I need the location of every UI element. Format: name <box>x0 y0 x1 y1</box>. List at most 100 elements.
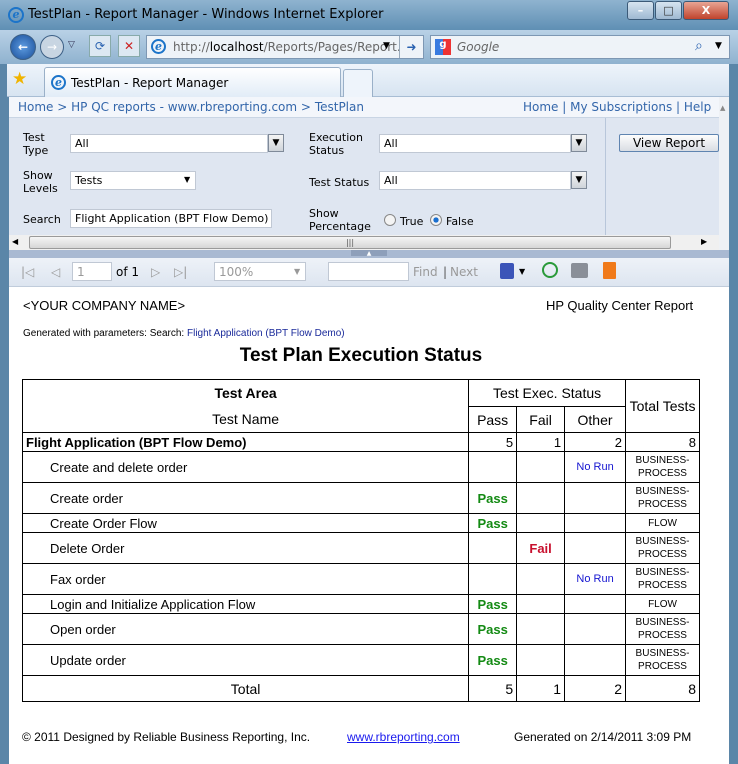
horizontal-scrollbar[interactable]: ◀ ||| ▶ <box>9 235 719 250</box>
report-body: <YOUR COMPANY NAME> HP Quality Center Re… <box>9 287 729 764</box>
my-subscriptions-link[interactable]: My Subscriptions <box>570 100 672 114</box>
export-icon[interactable] <box>500 263 514 279</box>
collapse-splitter[interactable]: ▲ <box>9 250 729 258</box>
tab-title: TestPlan - Report Manager <box>71 76 229 90</box>
status-table: Test Area Test Exec. Status Total Tests … <box>21 379 700 702</box>
scroll-up-icon[interactable]: ▲ <box>719 97 729 119</box>
true-label: True <box>400 215 424 228</box>
page-number-input[interactable]: 1 <box>72 262 112 281</box>
vertical-scrollbar[interactable]: ▲ <box>719 97 729 257</box>
home-link[interactable]: Home <box>523 100 558 114</box>
search-box[interactable]: g Google ⌕ ▼ <box>430 35 730 59</box>
header-exec-status: Test Exec. Status <box>468 379 627 407</box>
zoom-select[interactable]: 100% <box>214 262 306 281</box>
back-button[interactable]: ← <box>10 34 36 60</box>
maximize-button[interactable]: □ <box>655 1 682 20</box>
total-pass: 5 <box>468 675 518 702</box>
table-row: Create order Pass BUSINESS-PROCESS <box>21 482 700 514</box>
group-fail: 1 <box>516 432 566 452</box>
other-cell <box>564 594 627 614</box>
first-page-icon[interactable]: |◁ <box>21 265 34 279</box>
last-page-icon[interactable]: ▷| <box>174 265 187 279</box>
breadcrumb-testplan[interactable]: TestPlan <box>315 100 364 114</box>
true-radio[interactable] <box>384 214 396 226</box>
show-percentage-label: Show Percentage <box>309 207 371 233</box>
find-input[interactable] <box>328 262 409 281</box>
divider <box>605 118 606 235</box>
forward-button[interactable]: → <box>40 35 64 59</box>
test-name: Fax order <box>21 563 470 595</box>
fail-cell <box>516 563 566 595</box>
execution-status-select[interactable]: All <box>379 134 571 153</box>
print-icon[interactable] <box>571 263 588 278</box>
test-status-label: Test Status <box>309 176 370 189</box>
test-status-select[interactable]: All <box>379 171 571 190</box>
test-name: Create Order Flow <box>21 513 470 533</box>
false-radio[interactable] <box>430 214 442 226</box>
other-cell <box>564 532 627 564</box>
show-levels-select[interactable]: Tests <box>70 171 196 190</box>
go-button[interactable]: ➜ <box>399 36 423 58</box>
previous-page-icon[interactable]: ◁ <box>51 265 60 279</box>
test-name: Update order <box>21 644 470 676</box>
next-link[interactable]: Next <box>450 265 478 279</box>
history-dropdown-icon[interactable]: ▽ <box>68 40 75 50</box>
view-report-button[interactable]: View Report <box>619 134 719 152</box>
next-page-icon[interactable]: ▷ <box>151 265 160 279</box>
search-icon[interactable]: ⌕ <box>695 38 703 54</box>
address-dropdown-icon[interactable]: ▼ <box>383 41 390 51</box>
header-test-name: Test Name <box>21 406 470 433</box>
chevron-down-icon[interactable]: ▼ <box>519 267 525 276</box>
group-name: Flight Application (BPT Flow Demo) <box>21 432 470 452</box>
report-title: Test Plan Execution Status <box>239 345 483 366</box>
table-row: Fax order No Run BUSINESS-PROCESS <box>21 563 700 595</box>
table-row: Update order Pass BUSINESS-PROCESS <box>21 644 700 676</box>
favorites-star-icon[interactable]: ★ <box>12 69 27 89</box>
tab-active[interactable]: e TestPlan - Report Manager <box>44 67 341 97</box>
test-name: Delete Order <box>21 532 470 564</box>
find-link[interactable]: Find <box>413 265 438 279</box>
test-type-select[interactable]: All <box>70 134 268 153</box>
group-other: 2 <box>564 432 627 452</box>
fail-cell <box>516 451 566 483</box>
scroll-left-icon[interactable]: ◀ <box>12 237 18 246</box>
new-tab-button[interactable] <box>343 69 373 97</box>
data-feed-icon[interactable] <box>603 262 616 279</box>
chevron-down-icon[interactable]: ▼ <box>184 175 190 184</box>
help-link[interactable]: Help <box>684 100 711 114</box>
chevron-down-icon[interactable]: ▼ <box>294 267 300 276</box>
fail-cell <box>516 594 566 614</box>
test-name: Create order <box>21 482 470 514</box>
other-cell <box>564 482 627 514</box>
report-brand: HP Quality Center Report <box>546 298 694 313</box>
chevron-down-icon[interactable]: ▼ <box>268 134 284 152</box>
group-total: 8 <box>625 432 700 452</box>
chevron-down-icon[interactable]: ▼ <box>571 171 587 189</box>
other-cell: No Run <box>564 451 627 483</box>
address-bar[interactable]: e http://localhost/Reports/Pages/Report.… <box>146 35 424 59</box>
stop-button[interactable]: ✕ <box>118 35 140 57</box>
breadcrumb-home[interactable]: Home <box>18 100 53 114</box>
total-other: 2 <box>564 675 627 702</box>
test-type-cell: BUSINESS-PROCESS <box>625 451 700 483</box>
table-row: Delete Order Fail BUSINESS-PROCESS <box>21 532 700 564</box>
test-type-cell: BUSINESS-PROCESS <box>625 563 700 595</box>
execution-status-label: Execution Status <box>309 131 363 157</box>
refresh-report-icon[interactable] <box>542 262 558 278</box>
minimize-button[interactable]: – <box>627 1 654 20</box>
scroll-right-icon[interactable]: ▶ <box>701 237 707 246</box>
rbreporting-link[interactable]: www.rbreporting.com <box>347 730 460 744</box>
group-pass: 5 <box>468 432 518 452</box>
breadcrumb-hpqc[interactable]: HP QC reports - www.rbreporting.com <box>71 100 297 114</box>
search-dropdown-icon[interactable]: ▼ <box>715 41 722 51</box>
search-input[interactable]: Flight Application (BPT Flow Demo) <box>70 209 272 228</box>
search-placeholder: Google <box>457 40 500 54</box>
scrollbar-thumb[interactable]: ||| <box>29 236 671 249</box>
close-button[interactable]: X <box>683 1 729 20</box>
fail-cell: Fail <box>516 532 566 564</box>
refresh-button[interactable]: ⟳ <box>89 35 111 57</box>
chevron-down-icon[interactable]: ▼ <box>571 134 587 152</box>
ie-icon: e <box>8 7 24 23</box>
test-name: Login and Initialize Application Flow <box>21 594 470 614</box>
other-cell <box>564 644 627 676</box>
